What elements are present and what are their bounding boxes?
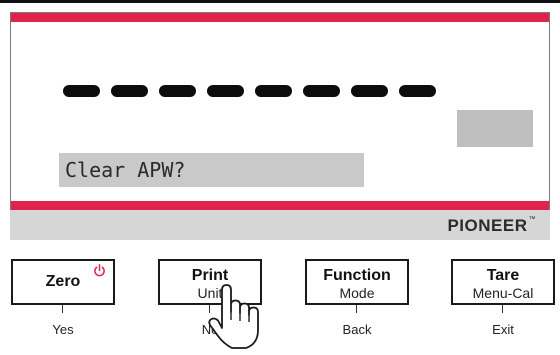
display-top-band (11, 13, 549, 22)
readout-dash (63, 85, 100, 97)
scale-display: Clear APW? (10, 12, 550, 211)
readout-dash (351, 85, 388, 97)
readout-dash (399, 85, 436, 97)
tare-secondary-label: Exit (492, 322, 514, 337)
function-secondary-label: Back (342, 322, 372, 337)
weight-readout-dashes (63, 85, 436, 97)
tare-tick (502, 305, 503, 313)
readout-dash (303, 85, 340, 97)
brand-bar: PIONEER™ (10, 210, 550, 240)
trademark-symbol: ™ (528, 216, 536, 223)
brand-logo: PIONEER™ (447, 216, 536, 236)
function-button-label: Function (323, 267, 391, 284)
display-bottom-band (11, 201, 549, 210)
prompt-line: Clear APW? (59, 153, 364, 187)
readout-dash (159, 85, 196, 97)
power-icon (94, 264, 105, 277)
zero-secondary-label: Yes (52, 322, 74, 337)
function-tick (356, 305, 357, 313)
readout-dash (255, 85, 292, 97)
readout-dash (111, 85, 148, 97)
zero-tick (62, 305, 63, 313)
top-rule (0, 0, 560, 3)
unit-indicator (457, 110, 533, 147)
hand-pointer-icon (208, 284, 259, 349)
mode-button-label: Mode (339, 285, 375, 301)
tare-menu-cal-button[interactable]: Tare Menu-Cal (451, 259, 555, 305)
readout-dash (207, 85, 244, 97)
tare-button-label: Tare (486, 267, 520, 284)
menu-cal-button-label: Menu-Cal (472, 285, 534, 301)
brand-name: PIONEER (447, 216, 528, 235)
function-mode-button[interactable]: Function Mode (305, 259, 409, 305)
zero-button[interactable]: Zero (11, 259, 115, 305)
